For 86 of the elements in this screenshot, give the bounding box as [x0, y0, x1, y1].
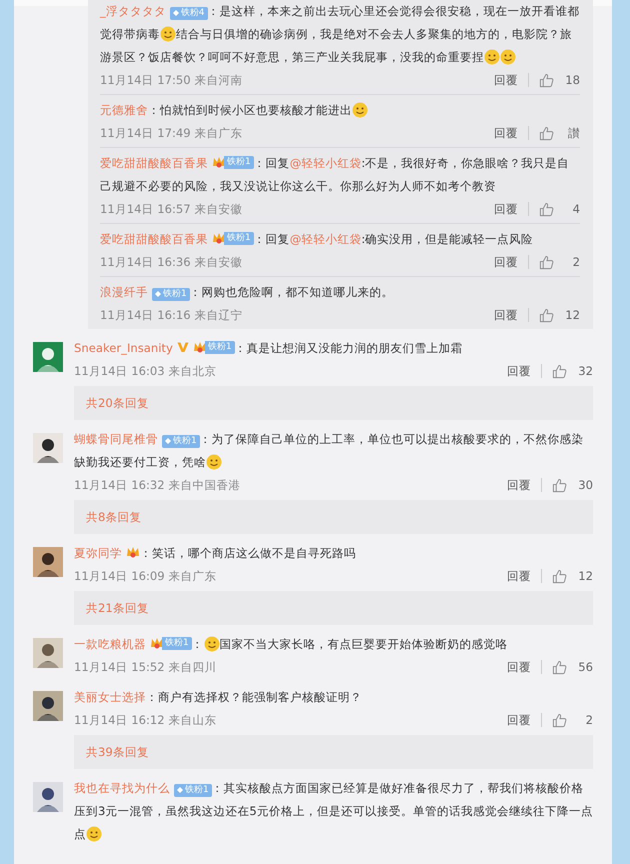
- reply-text: 爱吃甜甜酸酸百香果 铁粉1 ：回复@轻轻小红袋:不是，我很好奇，你急眼啥？我只是自己规避不必要的风险，我又没说让你这么干。你那么好为人师不如考个教资: [100, 154, 570, 195]
- like-count: 12: [577, 569, 593, 583]
- comment-text: 夏弥同学 ：笑话，哪个商店这么做不是自寻死路吗: [74, 544, 357, 562]
- emoji-icon: [500, 49, 516, 65]
- timestamp: 11月14日 16:09 来自广东: [74, 568, 216, 584]
- fan-badge: 铁粉1: [224, 156, 254, 168]
- mention-link[interactable]: @轻轻小红袋: [290, 232, 362, 246]
- like-count: 56: [577, 660, 593, 674]
- fan-badge: 铁粉1: [162, 636, 192, 650]
- reply-link[interactable]: 回覆: [507, 364, 531, 378]
- like-count: 12: [564, 308, 580, 322]
- emoji-icon: [484, 49, 500, 65]
- reply-link[interactable]: 回覆: [494, 126, 518, 140]
- timestamp: 11月14日 16:36 来自安徽: [100, 254, 242, 270]
- reply-text: 浪漫纤手 铁粉1 ：网购也危险啊，都不知道哪儿来的。: [100, 284, 395, 302]
- comment-text: 一款吃粮机器 铁粉1 ： 国家不当大家长咯，有点巨婴要开始体验断奶的感觉咯: [74, 635, 509, 654]
- timestamp: 11月14日 17:49 来自广东: [100, 126, 242, 140]
- comment-text: Sneaker_Insanity 铁粉1 ：真是让想润又没能力润的朋友们雪上加霜: [74, 339, 464, 357]
- user-name-link[interactable]: 爱吃甜甜酸酸百香果: [100, 232, 208, 246]
- reply-link[interactable]: 回覆: [507, 712, 531, 728]
- fan-badge: 铁粉1: [162, 434, 200, 448]
- like-count: 2: [584, 713, 593, 727]
- user-name-link[interactable]: 一款吃粮机器: [74, 637, 146, 651]
- fan-badge: 铁粉1: [152, 288, 190, 300]
- timestamp: 11月14日 17:50 来自河南: [100, 72, 242, 88]
- thumbs-up-icon[interactable]: [539, 308, 554, 322]
- user-name-link[interactable]: 爱吃甜甜酸酸百香果: [100, 156, 208, 170]
- thumbs-up-icon[interactable]: [552, 712, 567, 728]
- thumbs-up-icon[interactable]: [552, 364, 567, 378]
- thumbs-up-icon[interactable]: [539, 202, 554, 216]
- reply-link[interactable]: 回覆: [507, 568, 531, 584]
- user-name-link[interactable]: 我也在寻找为什么: [74, 781, 170, 795]
- thumbs-up-icon[interactable]: [552, 568, 567, 584]
- emoji-icon: [86, 826, 102, 842]
- user-name-link[interactable]: 蝴蝶骨同尾椎骨: [74, 432, 158, 446]
- emoji-icon: [160, 26, 176, 42]
- thumbs-up-icon[interactable]: [552, 478, 567, 492]
- timestamp: 11月14日 16:57 来自安徽: [100, 202, 242, 216]
- timestamp: 11月14日 16:16 来自辽宁: [100, 308, 242, 322]
- more-replies-link[interactable]: 共39条回复: [74, 735, 593, 769]
- timestamp: 11月14日 16:03 来自北京: [74, 364, 216, 378]
- reply-link[interactable]: 回覆: [494, 72, 518, 88]
- user-name-link[interactable]: _浮タタタタ: [100, 4, 166, 18]
- emoji-icon: [352, 102, 368, 118]
- thumbs-up-icon[interactable]: [539, 254, 554, 270]
- emoji-icon: [204, 636, 220, 652]
- thumbs-up-icon[interactable]: [552, 660, 567, 674]
- emoji-icon: [206, 454, 222, 470]
- reply-link[interactable]: 回覆: [507, 478, 531, 492]
- like-count: 32: [577, 364, 593, 378]
- reply-link[interactable]: 回覆: [494, 308, 518, 322]
- like-count: 讃: [567, 126, 580, 140]
- reply-text: 元德雅舍：怕就怕到时候小区也要核酸才能进出: [100, 99, 580, 122]
- user-name-link[interactable]: 夏弥同学: [74, 546, 122, 560]
- like-count: 4: [572, 202, 580, 216]
- fan-badge: 铁粉1: [204, 340, 235, 354]
- reply-link[interactable]: 回覆: [494, 202, 518, 216]
- more-replies-link[interactable]: 共21条回复: [74, 591, 593, 625]
- crown-icon: [126, 545, 140, 559]
- reply-text: _浮タタタタ 铁粉4 ：是这样，本来之前出去玩心里还会觉得会很安稳，现在一放开看谁都觉得带病毒 结合与日俱增的确诊病例，我是绝对不会去人多聚集的地方的，电影院？旅游景区？饭店餐饮？呵呵不好意思，第三产业关我屁事，没我的命重要捏: [100, 3, 580, 67]
- like-count: 18: [564, 73, 580, 87]
- comment-text: 蝴蝶骨同尾椎骨 铁粉1 ：为了保障自己单位的上工率，单位也可以提出核酸要求的，不然你感染缺勤我还要付工资，凭啥: [74, 431, 585, 472]
- fan-badge: 铁粉1: [174, 784, 212, 796]
- crown-icon: [192, 340, 207, 354]
- reply-text: 爱吃甜甜酸酸百香果 铁粉1 ：回复@轻轻小红袋:确实没用，但是能减轻一点风险: [100, 230, 534, 248]
- timestamp: 11月14日 16:32 来自中国香港: [74, 478, 240, 492]
- user-name-link[interactable]: 美丽女士选择: [74, 690, 146, 704]
- fan-badge: 铁粉1: [224, 232, 254, 244]
- fan-badge: 铁粉4: [170, 6, 208, 20]
- thumbs-up-icon[interactable]: [539, 126, 554, 140]
- reply-link[interactable]: 回覆: [507, 660, 531, 674]
- like-count: 30: [577, 478, 593, 492]
- reply-link[interactable]: 回覆: [494, 254, 518, 270]
- like-count: 2: [572, 255, 580, 269]
- timestamp: 11月14日 15:52 来自四川: [74, 660, 216, 674]
- user-name-link[interactable]: Sneaker_Insanity: [74, 341, 173, 355]
- more-replies-link[interactable]: 共8条回复: [74, 500, 593, 534]
- thumbs-up-icon[interactable]: [539, 72, 554, 88]
- timestamp: 11月14日 16:12 来自山东: [74, 712, 216, 728]
- mention-link[interactable]: @轻轻小红袋: [290, 156, 362, 170]
- verified-icon: [176, 341, 189, 353]
- more-replies-link[interactable]: 共20条回复: [74, 386, 593, 420]
- comment-text: 美丽女士选择：商户有选择权？能强制客户核酸证明？: [74, 689, 363, 706]
- user-name-link[interactable]: 浪漫纤手: [100, 285, 148, 299]
- comment-text: 我也在寻找为什么 铁粉1 ：其实核酸点方面国家已经算是做好准备很尽力了，帮我们将核酸价格压到3元一混管，虽然我这边还在5元价格上，但是还可以接受。单管的话我感觉会继续往下降一点点: [74, 780, 593, 844]
- user-name-link[interactable]: 元德雅舍: [100, 103, 148, 117]
